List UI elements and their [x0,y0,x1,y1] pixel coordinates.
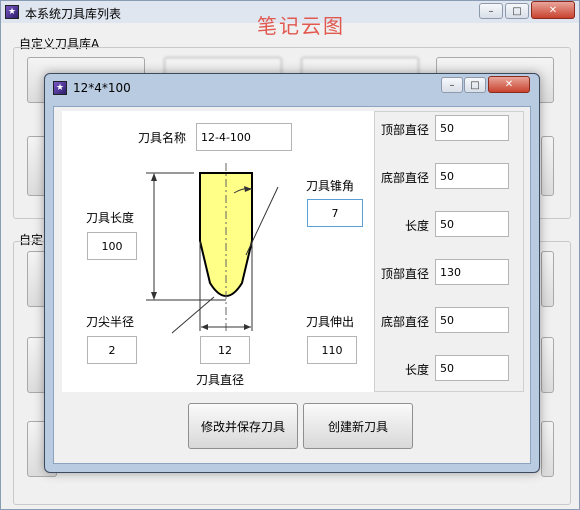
tool-length-label: 刀具长度 [86,211,135,225]
maximize-icon: □ [470,79,480,91]
tool-length-input[interactable]: 100 [87,232,137,260]
param-input[interactable]: 50 [435,211,509,237]
holder-params-panel [374,111,524,392]
dialog-close-button[interactable]: ✕ [488,76,530,93]
param-label: 长度 [405,363,430,377]
tip-radius-input[interactable]: 2 [87,336,137,364]
tool-tile[interactable] [541,337,554,393]
close-button[interactable]: ✕ [531,1,575,19]
save-tool-button[interactable]: 修改并保存刀具 [188,403,298,449]
dialog-maximize-button[interactable]: □ [464,77,486,93]
dialog-minimize-button[interactable]: – [441,77,463,93]
dialog-title: 12*4*100 [73,81,131,95]
tool-tile[interactable] [541,136,554,196]
param-input[interactable]: 50 [435,307,509,333]
param-input[interactable]: 50 [435,163,509,189]
app-icon: ★ [5,5,19,19]
param-label: 底部直径 [381,171,430,185]
taper-angle-label: 刀具锥角 [306,179,355,193]
tool-name-input[interactable]: 12-4-100 [196,123,292,151]
dialog-client: 刀具名称 12-4-100 刀具锥角 7 刀具长度 100 刀尖半径 2 12 … [53,106,531,464]
param-label: 长度 [405,219,430,233]
tool-edit-dialog: ★ 12*4*100 – □ ✕ 刀具名称 12-4-100 刀具锥角 7 刀具… [44,73,540,473]
main-window-title: 本系统刀具库列表 [25,7,122,21]
close-icon: ✕ [504,79,514,90]
minimize-icon: – [488,5,494,17]
param-label: 顶部直径 [381,267,430,281]
tool-extension-label: 刀具伸出 [306,315,355,329]
create-tool-button[interactable]: 创建新刀具 [303,403,413,449]
minimize-icon: – [449,79,455,91]
tool-tile[interactable] [541,421,554,477]
tool-tile[interactable] [541,251,554,307]
param-input[interactable]: 130 [435,259,509,285]
maximize-icon: □ [512,5,522,17]
tip-radius-label: 刀尖半径 [86,315,135,329]
watermark-text: 笔记云图 [257,14,345,38]
tool-name-label: 刀具名称 [138,131,187,145]
param-input[interactable]: 50 [435,355,509,381]
tool-diameter-input[interactable]: 12 [200,336,250,364]
close-icon: ✕ [548,4,558,16]
taper-angle-input[interactable]: 7 [307,199,363,227]
param-label: 底部直径 [381,315,430,329]
param-input[interactable]: 50 [435,115,509,141]
maximize-button[interactable]: □ [505,3,529,19]
minimize-button[interactable]: – [479,3,503,19]
tool-diameter-label: 刀具直径 [196,373,245,387]
tool-extension-input[interactable]: 110 [307,336,357,364]
dialog-app-icon: ★ [53,81,67,95]
param-label: 顶部直径 [381,123,430,137]
